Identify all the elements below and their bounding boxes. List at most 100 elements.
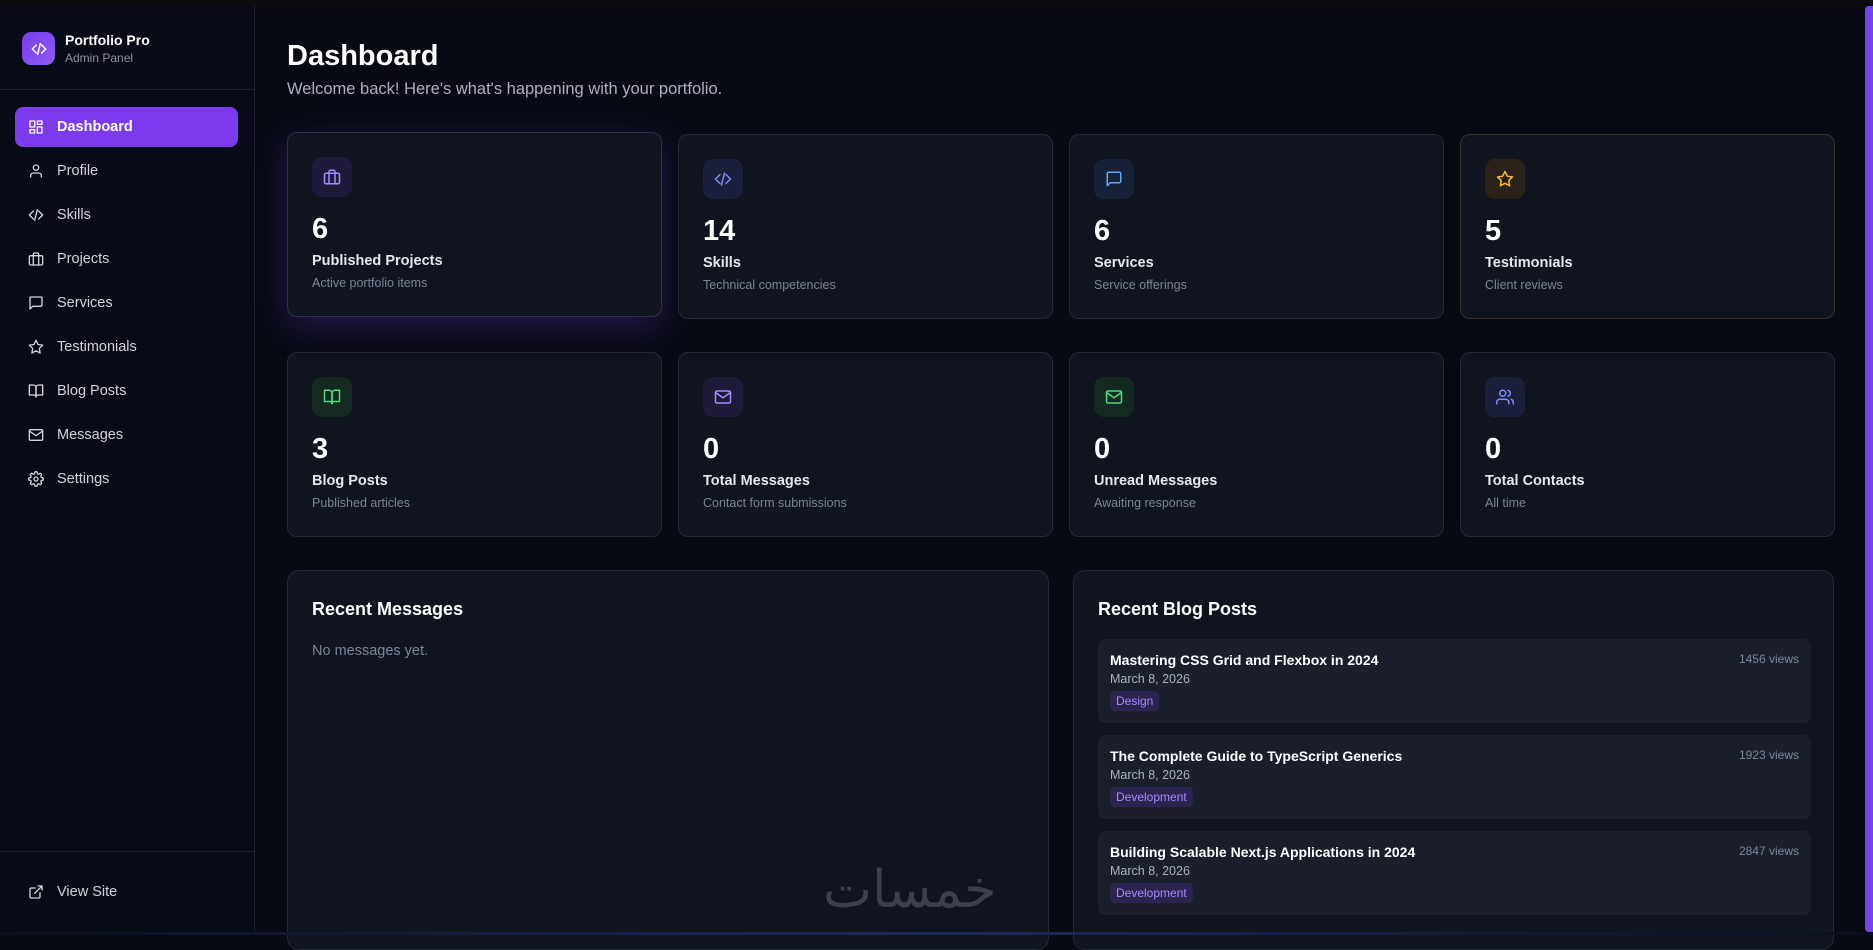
- stat-label: Total Contacts: [1485, 473, 1585, 489]
- post-title: The Complete Guide to TypeScript Generic…: [1110, 748, 1402, 764]
- stat-card-services[interactable]: 6 Services Service offerings: [1069, 134, 1444, 319]
- message-square-icon: [1094, 159, 1134, 199]
- star-icon: [1485, 159, 1525, 199]
- stat-description: Technical competencies: [703, 278, 836, 292]
- sidebar-item-testimonials[interactable]: Testimonials: [15, 327, 238, 367]
- sidebar-item-label: Blog Posts: [57, 383, 126, 399]
- sidebar-item-skills[interactable]: Skills: [15, 195, 238, 235]
- stat-label: Published Projects: [312, 253, 443, 269]
- sidebar-item-profile[interactable]: Profile: [15, 151, 238, 191]
- stat-card-skills[interactable]: 14 Skills Technical competencies: [678, 134, 1053, 319]
- page-subtitle: Welcome back! Here's what's happening wi…: [287, 80, 722, 99]
- stat-label: Total Messages: [703, 473, 810, 489]
- sidebar-item-label: Services: [57, 295, 113, 311]
- mail-icon: [1094, 377, 1134, 417]
- stat-value: 14: [703, 215, 735, 248]
- sidebar-item-services[interactable]: Services: [15, 283, 238, 323]
- star-icon: [28, 339, 44, 355]
- post-date: March 8, 2026: [1110, 864, 1190, 878]
- stat-value: 6: [1094, 215, 1110, 248]
- stat-card-total-contacts[interactable]: 0 Total Contacts All time: [1460, 352, 1835, 537]
- sidebar-nav: Dashboard Profile Skills Projects Servic…: [15, 107, 238, 503]
- stat-card-published-projects[interactable]: 6 Published Projects Active portfolio it…: [287, 132, 662, 317]
- external-link-icon: [28, 884, 44, 900]
- stat-value: 0: [1094, 433, 1110, 466]
- users-icon: [1485, 377, 1525, 417]
- brand-subtitle: Admin Panel: [65, 51, 150, 65]
- sidebar-item-label: Projects: [57, 251, 109, 267]
- post-views: 1456 views: [1739, 652, 1799, 666]
- blog-post-item[interactable]: Building Scalable Next.js Applications i…: [1098, 831, 1811, 915]
- stat-value: 5: [1485, 215, 1501, 248]
- post-date: March 8, 2026: [1110, 672, 1190, 686]
- blog-post-item[interactable]: Mastering CSS Grid and Flexbox in 2024 M…: [1098, 639, 1811, 723]
- sidebar-item-label: Messages: [57, 427, 123, 443]
- recent-messages-title: Recent Messages: [312, 599, 463, 620]
- post-title: Mastering CSS Grid and Flexbox in 2024: [1110, 652, 1378, 668]
- post-views: 1923 views: [1739, 748, 1799, 762]
- stat-label: Services: [1094, 255, 1154, 271]
- blog-post-item[interactable]: The Complete Guide to TypeScript Generic…: [1098, 735, 1811, 819]
- sidebar-item-projects[interactable]: Projects: [15, 239, 238, 279]
- stat-label: Testimonials: [1485, 255, 1573, 271]
- code-icon: [703, 159, 743, 199]
- stat-card-blog-posts[interactable]: 3 Blog Posts Published articles: [287, 352, 662, 537]
- book-open-icon: [312, 377, 352, 417]
- stat-label: Blog Posts: [312, 473, 388, 489]
- message-square-icon: [28, 295, 44, 311]
- sidebar-item-messages[interactable]: Messages: [15, 415, 238, 455]
- book-open-icon: [28, 383, 44, 399]
- stat-description: Contact form submissions: [703, 496, 847, 510]
- stat-value: 0: [1485, 433, 1501, 466]
- stat-value: 6: [312, 213, 328, 246]
- stat-description: All time: [1485, 496, 1526, 510]
- brand-title: Portfolio Pro: [65, 32, 150, 48]
- stat-description: Client reviews: [1485, 278, 1563, 292]
- user-icon: [28, 163, 44, 179]
- empty-state-text: No messages yet.: [312, 643, 428, 659]
- stat-card-testimonials[interactable]: 5 Testimonials Client reviews: [1460, 134, 1835, 319]
- stat-card-unread-messages[interactable]: 0 Unread Messages Awaiting response: [1069, 352, 1444, 537]
- sidebar: Portfolio Pro Admin Panel Dashboard Prof…: [0, 6, 255, 932]
- post-views: 2847 views: [1739, 844, 1799, 858]
- briefcase-icon: [312, 157, 352, 197]
- stat-card-total-messages[interactable]: 0 Total Messages Contact form submission…: [678, 352, 1053, 537]
- page-title: Dashboard: [287, 40, 438, 73]
- stat-value: 3: [312, 433, 328, 466]
- code-icon: [22, 32, 55, 65]
- divider: [0, 89, 254, 90]
- category-badge: Design: [1110, 691, 1159, 711]
- category-badge: Development: [1110, 787, 1193, 807]
- stat-description: Published articles: [312, 496, 410, 510]
- window-top-edge: [0, 0, 1873, 6]
- sidebar-item-dashboard[interactable]: Dashboard: [15, 107, 238, 147]
- sidebar-item-label: Dashboard: [57, 119, 133, 135]
- sidebar-item-label: Profile: [57, 163, 98, 179]
- watermark-logo: خمسات: [823, 860, 996, 920]
- post-date: March 8, 2026: [1110, 768, 1190, 782]
- sidebar-item-settings[interactable]: Settings: [15, 459, 238, 499]
- mail-icon: [703, 377, 743, 417]
- sidebar-item-label: Settings: [57, 471, 109, 487]
- recent-blog-posts-panel: Recent Blog Posts Mastering CSS Grid and…: [1073, 570, 1834, 950]
- gear-icon: [28, 471, 44, 487]
- category-badge: Development: [1110, 883, 1193, 903]
- scrollbar[interactable]: [1865, 6, 1873, 932]
- brand[interactable]: Portfolio Pro Admin Panel: [22, 32, 150, 65]
- recent-blog-posts-title: Recent Blog Posts: [1098, 599, 1257, 620]
- sidebar-item-label: Testimonials: [57, 339, 137, 355]
- mail-icon: [28, 427, 44, 443]
- stat-description: Active portfolio items: [312, 276, 427, 290]
- code-icon: [28, 207, 44, 223]
- sidebar-item-blog-posts[interactable]: Blog Posts: [15, 371, 238, 411]
- grid-icon: [28, 119, 44, 135]
- sidebar-item-label: Skills: [57, 207, 91, 223]
- stat-description: Service offerings: [1094, 278, 1187, 292]
- briefcase-icon: [28, 251, 44, 267]
- stat-value: 0: [703, 433, 719, 466]
- view-site-link[interactable]: View Site: [15, 872, 238, 912]
- divider: [0, 851, 254, 852]
- stat-label: Skills: [703, 255, 741, 271]
- stat-label: Unread Messages: [1094, 473, 1217, 489]
- view-site-label: View Site: [57, 884, 117, 900]
